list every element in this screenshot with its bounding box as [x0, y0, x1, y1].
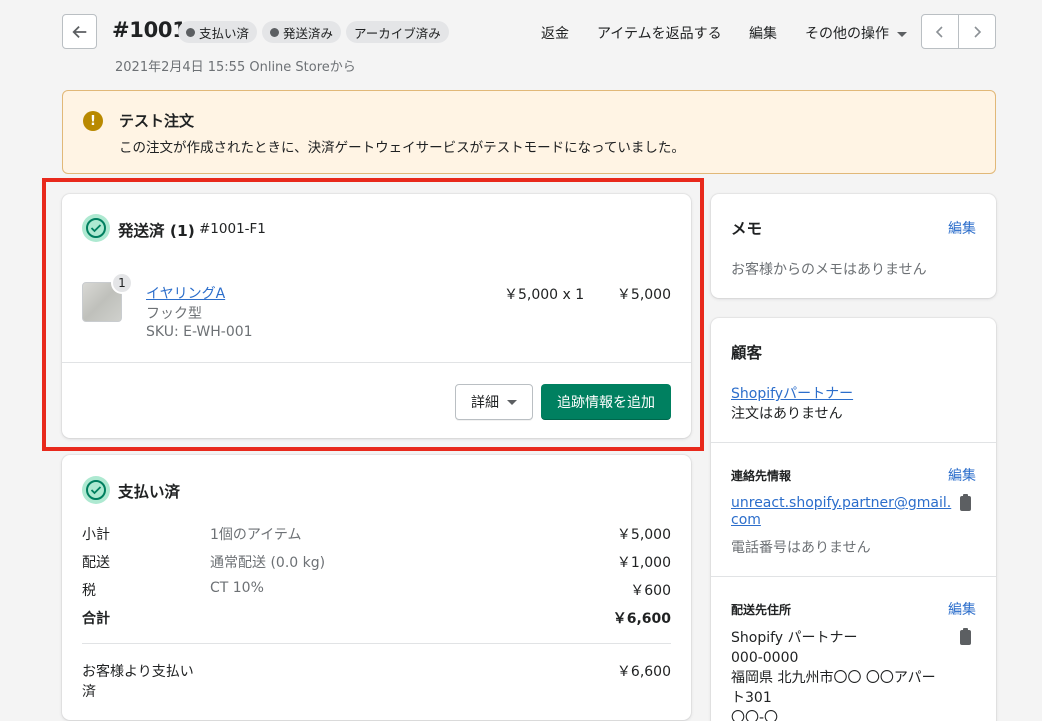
paid-by-customer-row: お客様より支払い ￥6,600 — [82, 664, 671, 680]
order-number: #1001 — [112, 18, 187, 42]
chevron-right-icon — [974, 25, 982, 38]
total-row: 合計 ￥6,600 — [82, 611, 671, 627]
divider — [711, 442, 996, 443]
banner-title: テスト注文 — [119, 112, 195, 130]
customer-name-link[interactable]: Shopifyパートナー — [731, 383, 853, 403]
alert-circle-icon: ! — [83, 111, 103, 131]
highlight-box — [42, 178, 704, 451]
refund-button[interactable]: 返金 — [541, 23, 569, 43]
shipping-address-title: 配送先住所 — [731, 603, 792, 617]
back-button[interactable] — [62, 14, 97, 49]
caret-down-icon — [897, 31, 907, 37]
paid-check-icon — [82, 476, 110, 504]
memo-card: メモ 編集 お客様からのメモはありません — [711, 194, 996, 298]
divider — [711, 576, 996, 577]
customer-phone: 電話番号はありません — [731, 540, 871, 556]
order-pager — [921, 14, 996, 49]
subtotal-row: 小計 1個のアイテム ￥5,000 — [82, 527, 671, 543]
previous-order-button[interactable] — [922, 15, 958, 48]
more-actions-button[interactable]: その他の操作 — [805, 23, 907, 43]
banner-text: この注文が作成されたときに、決済ゲートウェイサービスがテストモードになっていまし… — [119, 140, 685, 156]
chevron-left-icon — [935, 25, 943, 38]
status-badges: 支払い済 発送済み アーカイブ済み — [178, 21, 449, 43]
order-subtitle: 2021年2月4日 15:55 Online Storeから — [115, 60, 356, 75]
next-order-button[interactable] — [958, 15, 995, 48]
customer-orders: 注文はありません — [731, 406, 843, 422]
contact-edit-link[interactable]: 編集 — [948, 465, 976, 485]
status-badge-archived: アーカイブ済み — [346, 21, 449, 43]
memo-edit-link[interactable]: 編集 — [948, 218, 976, 238]
copy-email-icon[interactable] — [960, 494, 971, 511]
shipping-address: Shopify パートナー 000-0000 福岡県 北九州市〇〇 〇〇アパー … — [731, 630, 936, 721]
copy-address-icon[interactable] — [960, 628, 971, 645]
payment-card: 支払い済 小計 1個のアイテム ￥5,000 配送 通常配送 (0.0 kg) … — [62, 455, 691, 720]
customer-email-link-cont[interactable]: com — [731, 512, 761, 528]
edit-order-button[interactable]: 編集 — [749, 23, 777, 43]
status-badge-paid: 支払い済 — [178, 21, 258, 43]
customer-email-link[interactable]: unreact.shopify.partner@gmail. — [731, 495, 951, 511]
test-order-banner: ! テスト注文 この注文が作成されたときに、決済ゲートウェイサービスがテストモー… — [62, 90, 996, 174]
shipping-row: 配送 通常配送 (0.0 kg) ￥1,000 — [82, 555, 671, 571]
arrow-left-icon — [71, 25, 86, 38]
dot-icon — [186, 27, 195, 37]
dot-icon — [270, 27, 280, 37]
memo-title: メモ — [731, 220, 763, 238]
divider — [82, 643, 671, 644]
contact-info-title: 連絡先情報 — [731, 469, 792, 483]
memo-text: お客様からのメモはありません — [731, 262, 927, 278]
customer-title: 顧客 — [731, 344, 763, 362]
shipping-address-edit-link[interactable]: 編集 — [948, 599, 976, 619]
payment-title: 支払い済 — [118, 483, 181, 501]
tax-row: 税 CT 10% ￥600 — [82, 580, 671, 599]
return-items-button[interactable]: アイテムを返品する — [597, 23, 722, 43]
customer-card: 顧客 Shopifyパートナー 注文はありません 連絡先情報 編集 unreac… — [711, 318, 996, 721]
paid-by-customer-row-cont: 済 — [82, 684, 96, 700]
status-badge-fulfilled: 発送済み — [262, 21, 342, 43]
